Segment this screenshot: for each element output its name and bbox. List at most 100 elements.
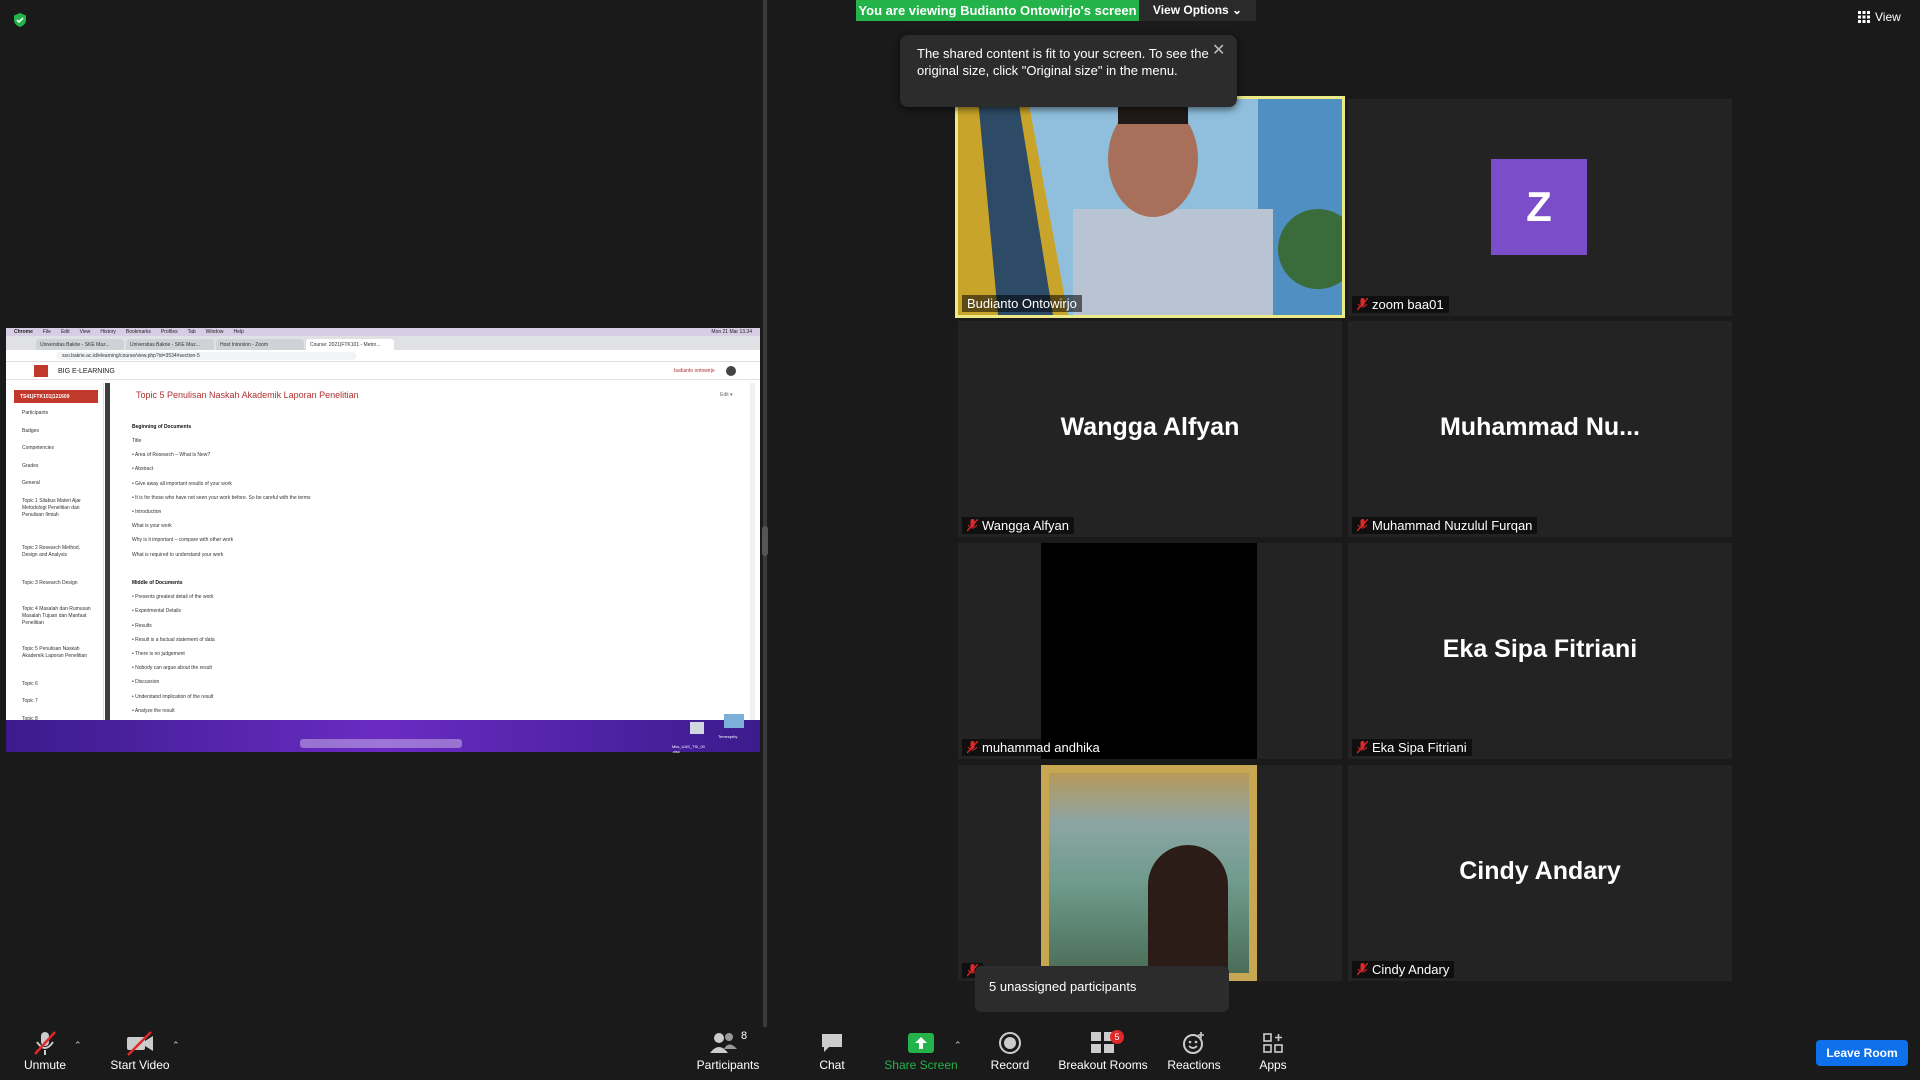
participant-name-label: zoom baa01 xyxy=(1352,296,1449,313)
menu-item: History xyxy=(100,329,116,335)
content-line: Beginning of Documents xyxy=(132,424,192,430)
share-screen-label: Share Screen xyxy=(884,1058,958,1072)
content-line: • Introduction xyxy=(132,509,162,515)
mic-off-icon xyxy=(967,519,978,532)
apps-icon xyxy=(1263,1033,1283,1053)
content-line: • It is for those who have not seen your… xyxy=(132,495,311,501)
start-video-button[interactable]: Start Video xyxy=(104,1030,176,1072)
course-badge: TS41|FTK101|121609 xyxy=(14,390,98,403)
mac-menu-bar: Chrome File Edit View History Bookmarks … xyxy=(6,328,760,336)
menu-item: View xyxy=(79,329,91,335)
shared-screen-content: Chrome File Edit View History Bookmarks … xyxy=(6,328,760,752)
content-line: • Presents greatest detail of the work xyxy=(132,594,214,600)
participant-display-name: Muhammad Nu... xyxy=(1439,413,1640,441)
view-options-button[interactable]: View Options ⌄ xyxy=(1139,0,1256,21)
video-tile-eka[interactable]: Eka Sipa Fitriani Eka Sipa Fitriani xyxy=(1348,543,1732,759)
menu-item: Profiles xyxy=(160,329,178,335)
share-options-caret[interactable]: ⌃ xyxy=(954,1040,962,1051)
video-tile-muhammad-nuzulul[interactable]: Muhammad Nu... Muhammad Nuzulul Furqan xyxy=(1348,321,1732,537)
sidebar-item: Topic 4 Masalah dan Rumusan Masalah Tuju… xyxy=(22,606,91,626)
participants-count: 8 xyxy=(740,1030,748,1042)
audio-options-caret[interactable]: ⌃ xyxy=(74,1040,82,1051)
content-line: • Nobody can argue about the result xyxy=(132,665,212,671)
view-button[interactable]: View xyxy=(1858,10,1901,24)
unmute-button[interactable]: Unmute xyxy=(18,1030,72,1072)
menu-item: Tab xyxy=(187,329,196,335)
video-off-icon xyxy=(127,1031,153,1056)
content-line: • Result is a factual statement of data xyxy=(132,637,215,643)
breakout-rooms-button[interactable]: 5 Breakout Rooms xyxy=(1058,1030,1148,1072)
course-sidebar xyxy=(12,383,104,752)
browser-url: sso.bakrie.ac.id/elearning/course/view.p… xyxy=(56,352,356,360)
sidebar-divider xyxy=(105,383,110,752)
content-line: Why is it important – compare with other… xyxy=(132,537,234,543)
sidebar-item: General xyxy=(22,480,40,486)
browser-tab: Universitas Bakrie - SKE Maz... xyxy=(36,339,124,350)
content-line: • Discussion xyxy=(132,679,160,685)
menu-item: Bookmarks xyxy=(125,329,151,335)
video-tile-budianto[interactable]: Budianto Ontowirjo xyxy=(955,96,1345,318)
grid-icon xyxy=(1858,11,1870,23)
participant-name-label: Budianto Ontowirjo xyxy=(962,295,1082,312)
content-title: Topic 5 Penulisan Naskah Akademik Lapora… xyxy=(136,390,359,400)
sidebar-item: Topic 3 Research Design xyxy=(22,580,78,586)
reactions-button[interactable]: Reactions xyxy=(1164,1030,1224,1072)
file-icon xyxy=(690,722,704,734)
edit-menu: Edit ▾ xyxy=(720,392,733,398)
menu-item: Chrome xyxy=(14,329,33,335)
participant-name: Wangga Alfyan xyxy=(982,518,1069,533)
desktop-file-label: Temesprity xyxy=(718,734,738,739)
pane-resize-handle[interactable] xyxy=(762,526,768,556)
content-line: • Give away all important results of you… xyxy=(132,481,232,487)
mac-clock: Mon 21 Mar 13.34 xyxy=(711,329,752,335)
participant-video xyxy=(958,99,1342,315)
sidebar-item: Topic 2 Research Method, Design and Anal… xyxy=(22,545,81,558)
content-line: Title xyxy=(132,438,142,444)
browser-tab-active: Course: 2021|FTK101 - Metro... xyxy=(306,339,394,350)
content-line: • Abstract xyxy=(132,466,154,472)
record-button[interactable]: Record xyxy=(984,1030,1036,1072)
mic-off-icon xyxy=(1357,519,1368,532)
participant-display-name: Wangga Alfyan xyxy=(1060,413,1240,441)
sidebar-item: Topic 7 xyxy=(22,698,38,704)
pane-divider[interactable] xyxy=(763,0,767,1027)
content-line: • Experimental Details xyxy=(132,608,181,614)
content-line: • Analyze the result xyxy=(132,708,175,714)
video-tile-wangga[interactable]: Wangga Alfyan Wangga Alfyan xyxy=(958,321,1342,537)
user-name: budianto ontowirjo xyxy=(674,368,715,374)
participant-name-label: Muhammad Nuzulul Furqan xyxy=(1352,517,1538,534)
leave-room-button[interactable]: Leave Room xyxy=(1816,1040,1908,1066)
browser-tab: Host Intorslon - Zoom xyxy=(216,339,304,350)
reactions-label: Reactions xyxy=(1167,1058,1221,1072)
video-options-caret[interactable]: ⌃ xyxy=(172,1040,180,1051)
moodle-header xyxy=(6,363,760,380)
video-tile-cindy[interactable]: Cindy Andary Cindy Andary xyxy=(1348,765,1732,981)
share-screen-button[interactable]: Share Screen xyxy=(880,1030,962,1072)
participant-video xyxy=(1041,543,1257,759)
unassigned-participants-popup[interactable]: 5 unassigned participants xyxy=(975,966,1229,1012)
mac-dock xyxy=(300,739,462,748)
video-tile-zoom-baa01[interactable]: Z zoom baa01 xyxy=(1348,99,1732,316)
apps-button[interactable]: Apps xyxy=(1252,1030,1294,1072)
sidebar-item: Grades xyxy=(22,463,39,469)
record-icon xyxy=(999,1032,1021,1054)
user-avatar xyxy=(726,366,736,376)
mic-off-icon xyxy=(1357,963,1368,976)
participant-name-label: muhammad andhika xyxy=(962,739,1105,756)
participant-display-name: Cindy Andary xyxy=(1459,857,1621,885)
participant-name-label: Cindy Andary xyxy=(1352,961,1455,978)
video-tile-andhika[interactable]: muhammad andhika xyxy=(958,543,1342,759)
participants-button[interactable]: 8 Participants xyxy=(690,1030,766,1072)
video-tile-background-image[interactable] xyxy=(958,765,1342,981)
menu-item: Edit xyxy=(60,329,70,335)
breakout-badge: 5 xyxy=(1110,1030,1124,1044)
content-line: • Understand implication of the result xyxy=(132,694,214,700)
close-icon[interactable]: ✕ xyxy=(1212,40,1225,60)
content-line: • There is no judgement xyxy=(132,651,185,657)
sidebar-item: Competencies xyxy=(22,445,54,451)
participant-name: zoom baa01 xyxy=(1372,297,1444,312)
chat-button[interactable]: Chat xyxy=(810,1030,854,1072)
participants-label: Participants xyxy=(696,1058,760,1072)
shield-icon[interactable] xyxy=(12,12,28,28)
mic-off-icon xyxy=(1357,741,1368,754)
